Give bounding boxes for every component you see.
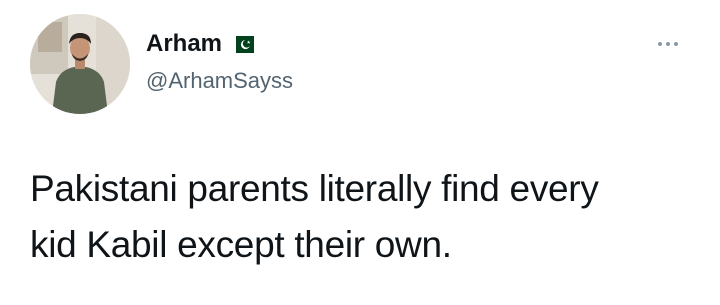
more-options-icon: [674, 42, 678, 46]
profile-photo-icon: [30, 14, 130, 114]
author-name-row: Arham: [146, 32, 255, 56]
pakistan-flag-icon: [230, 35, 255, 53]
more-options-button[interactable]: [654, 36, 682, 52]
more-options-icon: [666, 42, 670, 46]
tweet-text-line: kid Kabil except their own.: [30, 224, 452, 265]
more-options-icon: [658, 42, 662, 46]
tweet-text: Pakistani parents literally find every k…: [30, 161, 690, 273]
avatar[interactable]: [30, 14, 130, 114]
author-display-name[interactable]: Arham: [146, 32, 222, 56]
tweet-text-line: Pakistani parents literally find every: [30, 168, 599, 209]
tweet-card: Arham @ArhamSayss Pakistani parents lite…: [0, 0, 720, 305]
author-handle[interactable]: @ArhamSayss: [146, 70, 293, 92]
